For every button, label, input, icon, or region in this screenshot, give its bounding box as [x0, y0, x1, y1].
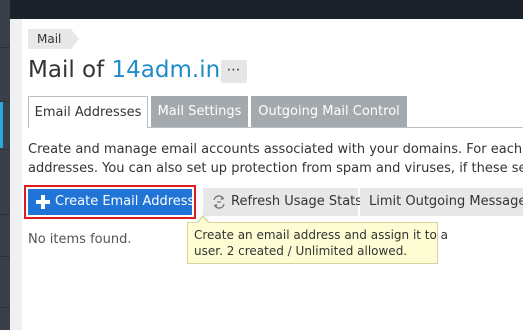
sidebar-divider [0, 47, 10, 48]
refresh-usage-stats-button[interactable]: Refresh Usage Stats [203, 188, 362, 216]
tab-label: Mail Settings [157, 104, 242, 119]
sidebar-active-indicator[interactable] [0, 102, 3, 148]
page-description: Create and manage email accounts associa… [28, 140, 523, 178]
left-sidebar [0, 0, 10, 330]
top-header [10, 0, 523, 19]
description-line: addresses. You can also set up protectio… [28, 161, 523, 176]
ellipsis-icon: ⋯ [226, 62, 242, 78]
page-title: Mail of 14adm.in [28, 55, 220, 85]
plus-icon [36, 195, 50, 209]
sidebar-divider [0, 307, 10, 308]
page-title-prefix: Mail of [28, 57, 105, 83]
empty-list-message: No items found. [28, 232, 132, 247]
create-email-address-label: Create Email Address [55, 194, 195, 209]
limit-outgoing-messages-button[interactable]: Limit Outgoing Messages [360, 188, 523, 216]
sidebar-divider [0, 214, 10, 215]
tab-label: Email Addresses [34, 105, 142, 120]
tab-label: Outgoing Mail Control [258, 104, 400, 119]
app-window: Mail Mail of 14adm.in ⋯ Email Addresses … [0, 0, 523, 330]
page-title-domain: 14adm.in [111, 57, 221, 83]
sidebar-divider [0, 256, 10, 257]
description-line: Create and manage email accounts associa… [28, 142, 523, 157]
refresh-icon [213, 195, 225, 209]
breadcrumb-label: Mail [37, 32, 62, 46]
tooltip-line: user. 2 created / Unlimited allowed. [194, 244, 408, 258]
breadcrumb[interactable]: Mail [28, 29, 80, 49]
tooltip-line: Create an email address and assign it to… [194, 228, 449, 242]
create-email-address-button[interactable]: Create Email Address [28, 189, 195, 215]
limit-outgoing-messages-label: Limit Outgoing Messages [369, 194, 523, 209]
tab-email-addresses[interactable]: Email Addresses [28, 96, 148, 128]
content-gutter [10, 19, 22, 330]
tab-outgoing-mail-control[interactable]: Outgoing Mail Control [251, 96, 407, 127]
more-actions-button[interactable]: ⋯ [221, 60, 247, 83]
create-email-tooltip: Create an email address and assign it to… [187, 215, 449, 264]
tab-mail-settings[interactable]: Mail Settings [151, 96, 248, 127]
refresh-usage-stats-label: Refresh Usage Stats [231, 194, 363, 209]
sidebar-divider [0, 149, 10, 150]
